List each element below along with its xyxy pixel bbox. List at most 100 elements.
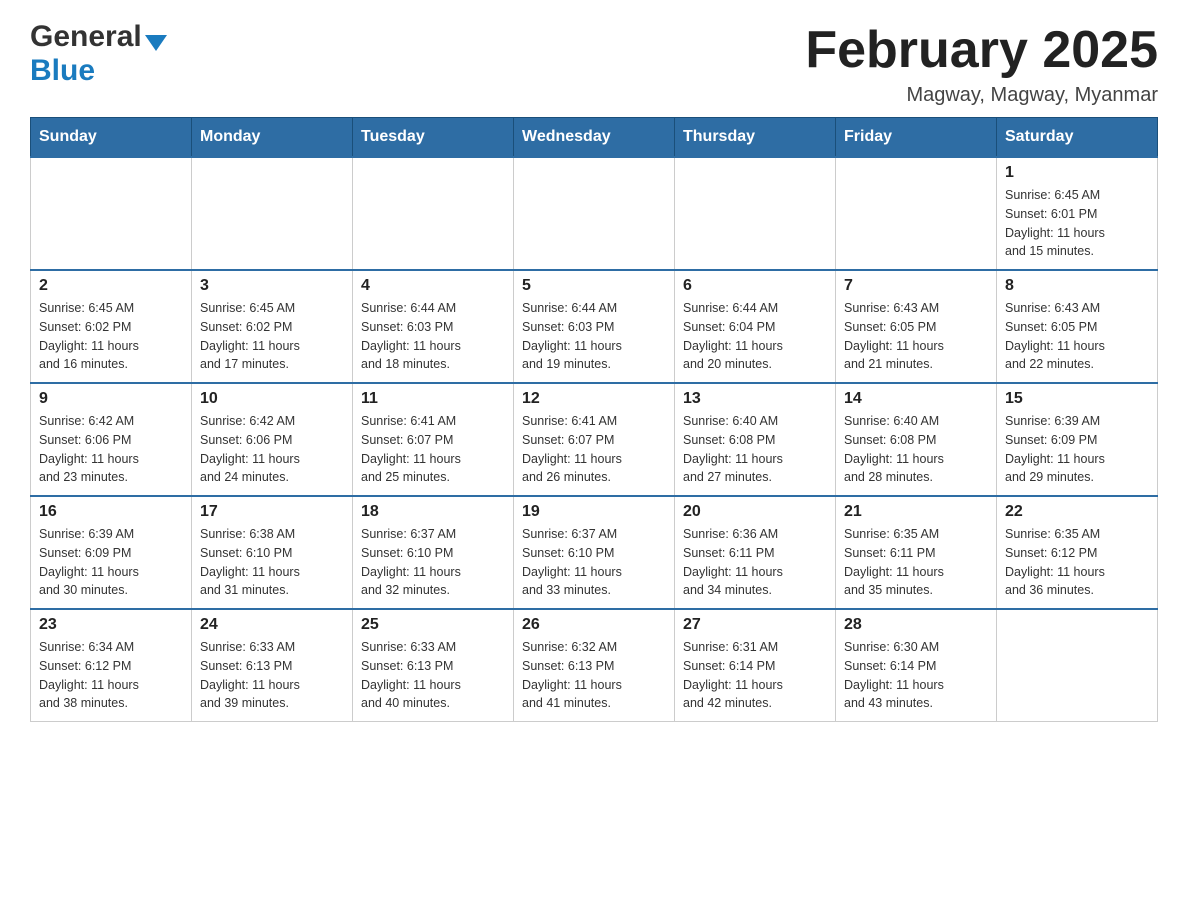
day-info: Sunrise: 6:33 AM Sunset: 6:13 PM Dayligh… xyxy=(361,638,505,713)
calendar-day-cell: 19 Sunrise: 6:37 AM Sunset: 6:10 PM Dayli… xyxy=(514,496,675,609)
day-number: 9 xyxy=(39,390,183,408)
page-header: General Blue February 2025 Magway, Magwa… xyxy=(30,20,1158,107)
day-info: Sunrise: 6:37 AM Sunset: 6:10 PM Dayligh… xyxy=(522,525,666,600)
day-info: Sunrise: 6:43 AM Sunset: 6:05 PM Dayligh… xyxy=(844,299,988,374)
month-title: February 2025 xyxy=(805,20,1158,80)
day-info: Sunrise: 6:36 AM Sunset: 6:11 PM Dayligh… xyxy=(683,525,827,600)
day-number: 1 xyxy=(1005,164,1149,182)
logo: General Blue xyxy=(30,20,167,88)
calendar-header-thursday: Thursday xyxy=(675,118,836,158)
calendar-day-cell xyxy=(997,609,1158,722)
day-number: 8 xyxy=(1005,277,1149,295)
calendar-week-row: 2 Sunrise: 6:45 AM Sunset: 6:02 PM Daylig… xyxy=(31,270,1158,383)
calendar-day-cell: 16 Sunrise: 6:39 AM Sunset: 6:09 PM Dayli… xyxy=(31,496,192,609)
day-number: 10 xyxy=(200,390,344,408)
calendar-day-cell: 10 Sunrise: 6:42 AM Sunset: 6:06 PM Dayli… xyxy=(192,383,353,496)
day-info: Sunrise: 6:42 AM Sunset: 6:06 PM Dayligh… xyxy=(200,412,344,487)
day-number: 27 xyxy=(683,616,827,634)
day-number: 16 xyxy=(39,503,183,521)
day-info: Sunrise: 6:38 AM Sunset: 6:10 PM Dayligh… xyxy=(200,525,344,600)
day-number: 15 xyxy=(1005,390,1149,408)
location-text: Magway, Magway, Myanmar xyxy=(805,84,1158,107)
day-info: Sunrise: 6:33 AM Sunset: 6:13 PM Dayligh… xyxy=(200,638,344,713)
day-info: Sunrise: 6:35 AM Sunset: 6:11 PM Dayligh… xyxy=(844,525,988,600)
day-number: 17 xyxy=(200,503,344,521)
calendar-header-saturday: Saturday xyxy=(997,118,1158,158)
day-number: 21 xyxy=(844,503,988,521)
day-number: 7 xyxy=(844,277,988,295)
day-number: 6 xyxy=(683,277,827,295)
day-info: Sunrise: 6:44 AM Sunset: 6:03 PM Dayligh… xyxy=(361,299,505,374)
calendar-day-cell xyxy=(675,157,836,270)
day-info: Sunrise: 6:32 AM Sunset: 6:13 PM Dayligh… xyxy=(522,638,666,713)
calendar-day-cell: 4 Sunrise: 6:44 AM Sunset: 6:03 PM Daylig… xyxy=(353,270,514,383)
day-number: 2 xyxy=(39,277,183,295)
calendar-day-cell: 12Sunrise: 6:41 AM Sunset: 6:07 PM Dayli… xyxy=(514,383,675,496)
calendar-day-cell: 3 Sunrise: 6:45 AM Sunset: 6:02 PM Daylig… xyxy=(192,270,353,383)
title-section: February 2025 Magway, Magway, Myanmar xyxy=(805,20,1158,107)
logo-blue-text: Blue xyxy=(30,54,95,87)
day-info: Sunrise: 6:42 AM Sunset: 6:06 PM Dayligh… xyxy=(39,412,183,487)
calendar-day-cell: 22 Sunrise: 6:35 AM Sunset: 6:12 PM Dayli… xyxy=(997,496,1158,609)
calendar-day-cell xyxy=(192,157,353,270)
day-number: 3 xyxy=(200,277,344,295)
calendar-day-cell: 17 Sunrise: 6:38 AM Sunset: 6:10 PM Dayli… xyxy=(192,496,353,609)
calendar-day-cell: 8 Sunrise: 6:43 AM Sunset: 6:05 PM Daylig… xyxy=(997,270,1158,383)
logo-triangle-icon xyxy=(145,35,167,51)
day-info: Sunrise: 6:45 AM Sunset: 6:02 PM Dayligh… xyxy=(200,299,344,374)
calendar-header-tuesday: Tuesday xyxy=(353,118,514,158)
day-info: Sunrise: 6:44 AM Sunset: 6:03 PM Dayligh… xyxy=(522,299,666,374)
calendar-day-cell: 13Sunrise: 6:40 AM Sunset: 6:08 PM Dayli… xyxy=(675,383,836,496)
day-info: Sunrise: 6:41 AM Sunset: 6:07 PM Dayligh… xyxy=(361,412,505,487)
day-number: 23 xyxy=(39,616,183,634)
calendar-week-row: 9 Sunrise: 6:42 AM Sunset: 6:06 PM Daylig… xyxy=(31,383,1158,496)
day-number: 12 xyxy=(522,390,666,408)
day-number: 19 xyxy=(522,503,666,521)
calendar-day-cell: 5 Sunrise: 6:44 AM Sunset: 6:03 PM Daylig… xyxy=(514,270,675,383)
calendar-week-row: 1Sunrise: 6:45 AM Sunset: 6:01 PM Daylig… xyxy=(31,157,1158,270)
day-info: Sunrise: 6:43 AM Sunset: 6:05 PM Dayligh… xyxy=(1005,299,1149,374)
calendar-day-cell: 9 Sunrise: 6:42 AM Sunset: 6:06 PM Daylig… xyxy=(31,383,192,496)
calendar-day-cell: 20 Sunrise: 6:36 AM Sunset: 6:11 PM Dayli… xyxy=(675,496,836,609)
calendar-day-cell: 28 Sunrise: 6:30 AM Sunset: 6:14 PM Dayli… xyxy=(836,609,997,722)
calendar-header-wednesday: Wednesday xyxy=(514,118,675,158)
calendar-day-cell: 24 Sunrise: 6:33 AM Sunset: 6:13 PM Dayli… xyxy=(192,609,353,722)
day-number: 24 xyxy=(200,616,344,634)
logo-general-text: General xyxy=(30,20,142,54)
calendar-day-cell: 11Sunrise: 6:41 AM Sunset: 6:07 PM Dayli… xyxy=(353,383,514,496)
calendar-week-row: 23 Sunrise: 6:34 AM Sunset: 6:12 PM Dayli… xyxy=(31,609,1158,722)
calendar-header-monday: Monday xyxy=(192,118,353,158)
day-number: 5 xyxy=(522,277,666,295)
day-number: 4 xyxy=(361,277,505,295)
day-info: Sunrise: 6:34 AM Sunset: 6:12 PM Dayligh… xyxy=(39,638,183,713)
day-info: Sunrise: 6:45 AM Sunset: 6:02 PM Dayligh… xyxy=(39,299,183,374)
day-number: 18 xyxy=(361,503,505,521)
calendar-table: SundayMondayTuesdayWednesdayThursdayFrid… xyxy=(30,117,1158,722)
day-number: 14 xyxy=(844,390,988,408)
day-number: 25 xyxy=(361,616,505,634)
day-info: Sunrise: 6:37 AM Sunset: 6:10 PM Dayligh… xyxy=(361,525,505,600)
calendar-day-cell xyxy=(353,157,514,270)
day-info: Sunrise: 6:30 AM Sunset: 6:14 PM Dayligh… xyxy=(844,638,988,713)
calendar-header-friday: Friday xyxy=(836,118,997,158)
day-info: Sunrise: 6:35 AM Sunset: 6:12 PM Dayligh… xyxy=(1005,525,1149,600)
day-number: 20 xyxy=(683,503,827,521)
calendar-week-row: 16 Sunrise: 6:39 AM Sunset: 6:09 PM Dayli… xyxy=(31,496,1158,609)
calendar-day-cell xyxy=(836,157,997,270)
day-info: Sunrise: 6:39 AM Sunset: 6:09 PM Dayligh… xyxy=(1005,412,1149,487)
day-number: 13 xyxy=(683,390,827,408)
calendar-day-cell: 23 Sunrise: 6:34 AM Sunset: 6:12 PM Dayli… xyxy=(31,609,192,722)
calendar-day-cell: 26 Sunrise: 6:32 AM Sunset: 6:13 PM Dayli… xyxy=(514,609,675,722)
calendar-day-cell: 14 Sunrise: 6:40 AM Sunset: 6:08 PM Dayli… xyxy=(836,383,997,496)
day-number: 28 xyxy=(844,616,988,634)
day-number: 26 xyxy=(522,616,666,634)
calendar-day-cell: 27Sunrise: 6:31 AM Sunset: 6:14 PM Dayli… xyxy=(675,609,836,722)
day-info: Sunrise: 6:39 AM Sunset: 6:09 PM Dayligh… xyxy=(39,525,183,600)
calendar-day-cell: 7 Sunrise: 6:43 AM Sunset: 6:05 PM Daylig… xyxy=(836,270,997,383)
calendar-day-cell xyxy=(31,157,192,270)
day-info: Sunrise: 6:40 AM Sunset: 6:08 PM Dayligh… xyxy=(844,412,988,487)
calendar-day-cell: 18 Sunrise: 6:37 AM Sunset: 6:10 PM Dayli… xyxy=(353,496,514,609)
day-info: Sunrise: 6:44 AM Sunset: 6:04 PM Dayligh… xyxy=(683,299,827,374)
day-number: 22 xyxy=(1005,503,1149,521)
calendar-day-cell: 21 Sunrise: 6:35 AM Sunset: 6:11 PM Dayli… xyxy=(836,496,997,609)
